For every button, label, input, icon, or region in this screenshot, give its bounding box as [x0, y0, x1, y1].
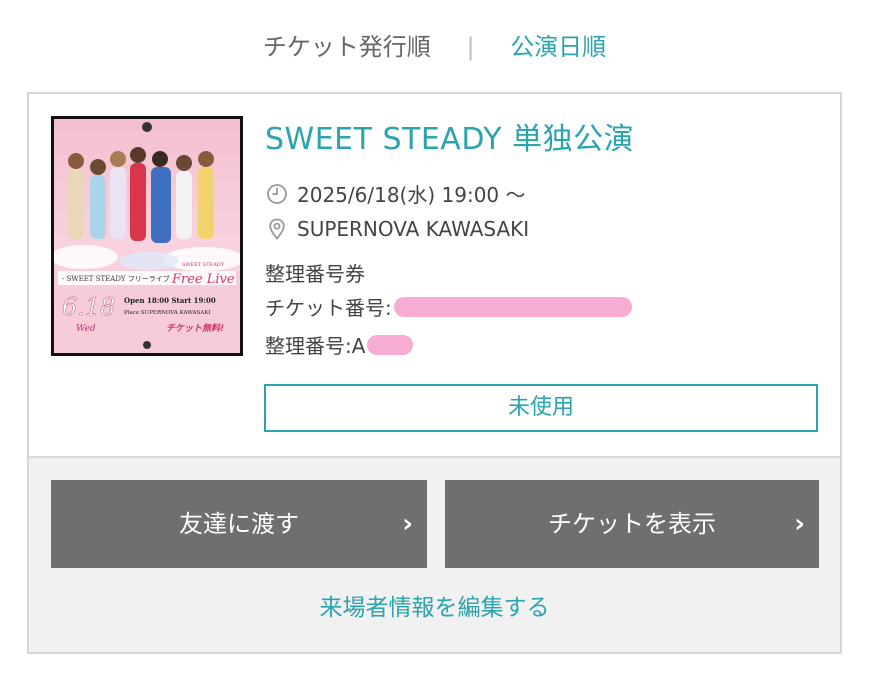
clock-icon — [265, 182, 289, 206]
event-poster: - SWEET STEADY フリーライブ SWEET STEADY Free … — [51, 116, 243, 356]
sort-date-order[interactable]: 公演日順 — [510, 29, 606, 65]
sort-separator: | — [466, 33, 475, 61]
poster-image: - SWEET STEADY フリーライブ SWEET STEADY Free … — [54, 119, 240, 353]
edit-visitor-info-link[interactable]: 来場者情報を編集する — [29, 588, 840, 622]
poster-free-live: Free Live — [171, 272, 235, 287]
give-to-friend-button[interactable]: 友達に渡す › — [51, 480, 427, 568]
event-venue-row: SUPERNOVA KAWASAKI — [265, 217, 529, 241]
chevron-right-icon: › — [794, 509, 805, 539]
seat-number-redaction — [367, 334, 414, 355]
show-ticket-label: チケットを表示 — [548, 510, 716, 538]
chevron-right-icon: › — [402, 509, 413, 539]
poster-free-admission: チケット無料! — [166, 323, 224, 334]
poster-weekday: Wed — [76, 324, 96, 334]
sort-issued-order[interactable]: チケット発行順 — [263, 29, 431, 65]
poster-event-line: - SWEET STEADY フリーライブ — [62, 274, 170, 283]
event-datetime-row: 2025/6/18(水) 19:00 ～ — [265, 179, 526, 208]
poster-open-start: Open 18:00 Start 19:00 — [124, 296, 216, 305]
ticket-card: - SWEET STEADY フリーライブ SWEET STEADY Free … — [27, 92, 842, 654]
ticket-status-badge: 未使用 — [264, 384, 818, 432]
event-title[interactable]: SWEET STEADY 単独公演 — [265, 114, 634, 158]
ticket-info-section: - SWEET STEADY フリーライブ SWEET STEADY Free … — [29, 94, 840, 456]
ticket-number-label: チケット番号: — [265, 296, 392, 320]
give-to-friend-label: 友達に渡す — [179, 510, 299, 538]
seat-number-row: 整理番号:A — [265, 330, 414, 359]
poster-top-text: SWEET STEADY — [182, 262, 225, 268]
seat-number-label: 整理番号:A — [265, 334, 366, 358]
poster-place: Place SUPERNOVA KAWASAKI — [124, 310, 211, 316]
event-datetime: 2025/6/18(水) 19:00 ～ — [297, 183, 526, 207]
sort-tabs: チケット発行順 | 公演日順 — [0, 28, 869, 64]
event-venue: SUPERNOVA KAWASAKI — [297, 217, 530, 241]
ticket-number-redaction — [393, 296, 632, 317]
show-ticket-button[interactable]: チケットを表示 › — [445, 480, 819, 568]
poster-date: 6.18 — [62, 293, 115, 321]
ticket-actions-section: 友達に渡す › チケットを表示 › 来場者情報を編集する — [29, 456, 840, 652]
ticket-type: 整理番号券 — [265, 262, 365, 286]
ticket-number-row: チケット番号: — [265, 292, 632, 321]
location-pin-icon — [265, 217, 289, 241]
